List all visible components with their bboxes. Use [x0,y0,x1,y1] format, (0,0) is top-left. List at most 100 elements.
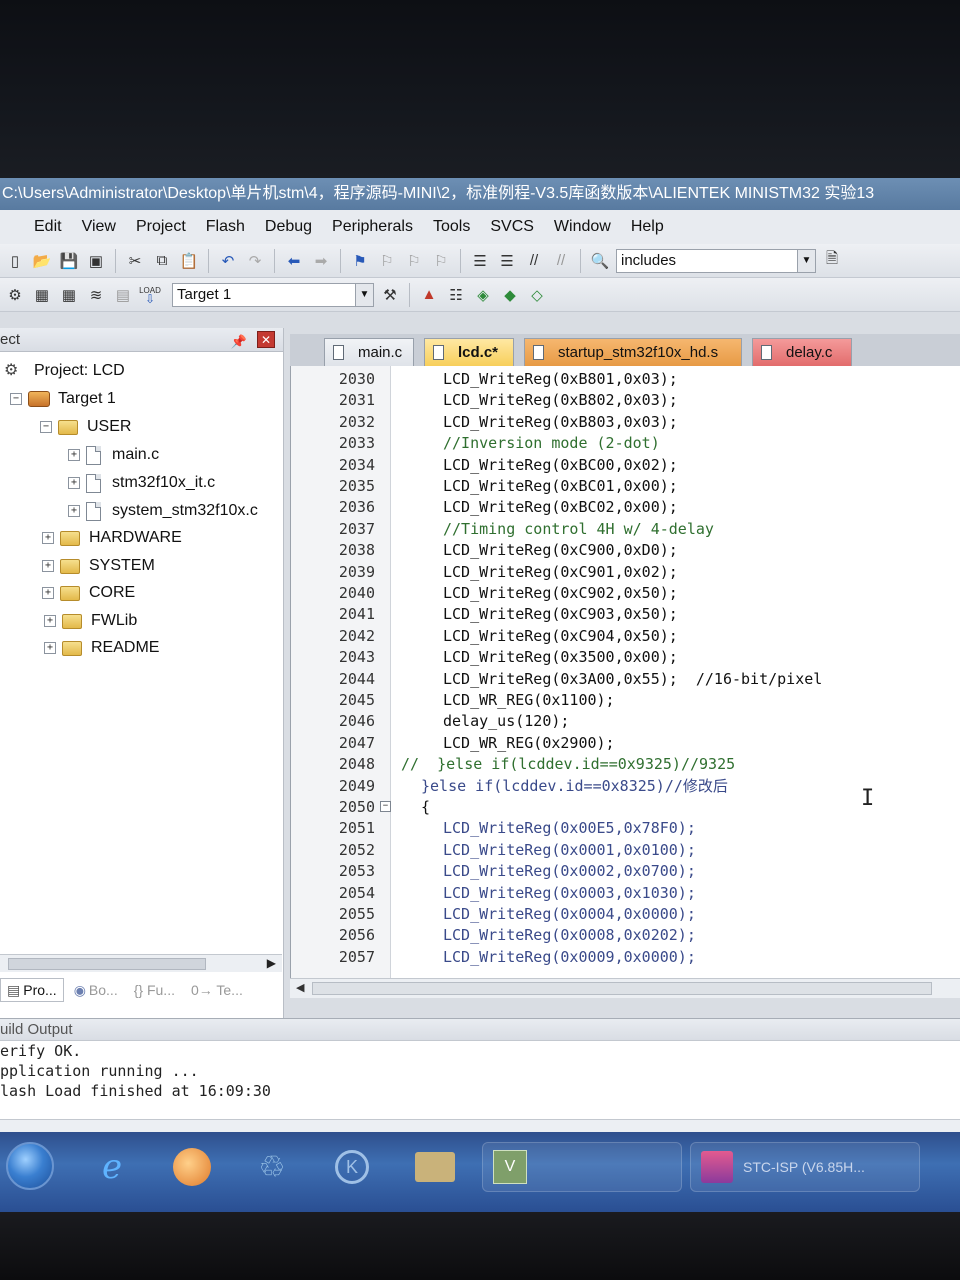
find-icon[interactable]: 🗎 [821,250,843,272]
target-combo-value: Target 1 [177,286,232,303]
find-combo[interactable]: includes ▼ [616,248,816,273]
save-all-icon[interactable]: ▣ [85,250,107,272]
menu-svcs[interactable]: SVCS [480,210,544,244]
copy-icon[interactable]: ⧉ [151,250,173,272]
clear-bookmarks-icon[interactable]: ⚐ [430,250,452,272]
tree-item-folder-core[interactable]: + CORE [42,580,135,606]
expand-icon[interactable]: + [42,532,54,544]
file-explorer-icon[interactable] [402,1142,468,1192]
expand-icon[interactable]: + [44,615,56,627]
select-packs-icon[interactable]: ◈ [472,284,494,306]
menu-debug[interactable]: Debug [255,210,322,244]
find-in-files-icon[interactable]: 🔍 [589,250,611,272]
tab-lcd-c[interactable]: lcd.c* [424,338,514,366]
tree-item-file-it[interactable]: + stm32f10x_it.c [68,470,215,496]
project-panel-scrollbar[interactable]: ▶ [0,954,282,972]
scrollbar-thumb[interactable] [312,982,932,995]
paste-icon[interactable]: 📋 [178,250,200,272]
pin-icon[interactable]: 📌 [231,330,247,354]
line-number: 2056 [338,926,375,945]
cut-icon[interactable]: ✂ [124,250,146,272]
scroll-left-icon[interactable]: ◀ [296,981,304,994]
taskbar-keil-window[interactable]: V [482,1142,682,1192]
open-folder-icon[interactable]: 📂 [31,250,53,272]
chevron-down-icon[interactable]: ▼ [355,283,373,306]
k-app-icon[interactable]: K [322,1142,382,1192]
stop-build-icon[interactable]: ▤ [112,284,134,306]
expand-icon[interactable]: + [68,505,80,517]
comment-icon[interactable]: // [523,250,545,272]
navigate-back-icon[interactable]: ⬅ [283,250,305,272]
save-icon[interactable]: 💾 [58,250,80,272]
tree-item-project[interactable]: ⚙ Project: LCD [4,358,125,384]
menu-flash[interactable]: Flash [196,210,255,244]
menu-peripherals[interactable]: Peripherals [322,210,423,244]
tree-item-file-system[interactable]: + system_stm32f10x.c [68,498,258,524]
tab-main-c[interactable]: main.c [324,338,414,366]
download-icon[interactable]: LOAD ⇩ [139,284,161,306]
target-options-icon[interactable]: ⚒ [379,284,401,306]
fold-icon[interactable]: − [380,801,391,812]
recycle-app-icon[interactable]: ♲ [242,1142,302,1192]
build-icon[interactable]: ▦ [31,284,53,306]
expand-icon[interactable]: + [42,587,54,599]
tree-item-folder-hardware[interactable]: + HARDWARE [42,525,182,551]
code-editor[interactable]: 2030 LCD_WriteReg(0xB801,0x03); 2031 LCD_Wr… [290,366,960,978]
code-text: LCD_WriteReg(0xC900,0xD0); [443,541,678,560]
rebuild-icon[interactable]: ▦ [58,284,80,306]
uncomment-icon[interactable]: // [550,250,572,272]
menu-edit[interactable]: Edit [24,210,72,244]
collapse-icon[interactable]: − [40,421,52,433]
batch-build-icon[interactable]: ≋ [85,284,107,306]
tab-books[interactable]: ◉ Bo... [68,978,124,1002]
ie-browser-icon[interactable]: e [82,1142,142,1192]
expand-icon[interactable]: + [68,449,80,461]
unindent-icon[interactable]: ☰ [496,250,518,272]
code-line: 2036 LCD_WriteReg(0xBC02,0x00); [291,496,960,518]
start-button[interactable] [6,1142,54,1190]
close-icon[interactable]: ✕ [257,331,275,348]
media-app-icon[interactable] [162,1142,222,1192]
chevron-down-icon[interactable]: ▼ [797,249,815,272]
menu-tools[interactable]: Tools [423,210,480,244]
expand-icon[interactable]: + [68,477,80,489]
redo-icon[interactable]: ↷ [244,250,266,272]
menu-view[interactable]: View [72,210,126,244]
taskbar-stc-isp-window[interactable]: STC-ISP (V6.85H... [690,1142,920,1192]
output-scrollbar[interactable] [0,1119,960,1133]
tab-delay-c[interactable]: delay.c [752,338,852,366]
build-output-header: uild Output [0,1019,960,1041]
tab-startup-s[interactable]: startup_stm32f10x_hd.s [524,338,742,366]
tab-functions[interactable]: {} Fu... [128,978,181,1002]
tree-item-target[interactable]: − Target 1 [10,386,116,412]
translate-icon[interactable]: ⚙ [4,284,26,306]
collapse-icon[interactable]: − [10,393,22,405]
tree-item-folder-system[interactable]: + SYSTEM [42,553,155,579]
next-bookmark-icon[interactable]: ⚐ [403,250,425,272]
new-file-icon[interactable]: ▯ [4,250,26,272]
tree-item-folder-user[interactable]: − USER [40,414,131,440]
menu-window[interactable]: Window [544,210,621,244]
prev-bookmark-icon[interactable]: ⚐ [376,250,398,272]
tree-item-folder-readme[interactable]: + README [44,635,159,661]
scrollbar-thumb[interactable] [8,958,206,970]
navigate-forward-icon[interactable]: ➡ [310,250,332,272]
tab-project[interactable]: ▤ Pro... [0,978,64,1002]
manage-project-items-icon[interactable]: ☷ [445,284,467,306]
target-combo[interactable]: Target 1 ▼ [172,282,374,307]
expand-icon[interactable]: + [42,560,54,572]
pack-installer-icon[interactable]: ◇ [526,284,548,306]
tree-item-folder-fwlib[interactable]: + FWLib [44,608,137,634]
expand-icon[interactable]: + [44,642,56,654]
editor-scrollbar[interactable]: ◀ [290,978,960,998]
manage-components-icon[interactable]: ▲ [418,284,440,306]
menu-help[interactable]: Help [621,210,674,244]
indent-icon[interactable]: ☰ [469,250,491,272]
bookmark-icon[interactable]: ⚑ [349,250,371,272]
manage-rte-icon[interactable]: ◆ [499,284,521,306]
undo-icon[interactable]: ↶ [217,250,239,272]
menu-project[interactable]: Project [126,210,196,244]
scroll-right-icon[interactable]: ▶ [267,956,276,970]
tab-templates[interactable]: 0→ Te... [185,978,249,1002]
tree-item-file-main[interactable]: + main.c [68,442,159,468]
